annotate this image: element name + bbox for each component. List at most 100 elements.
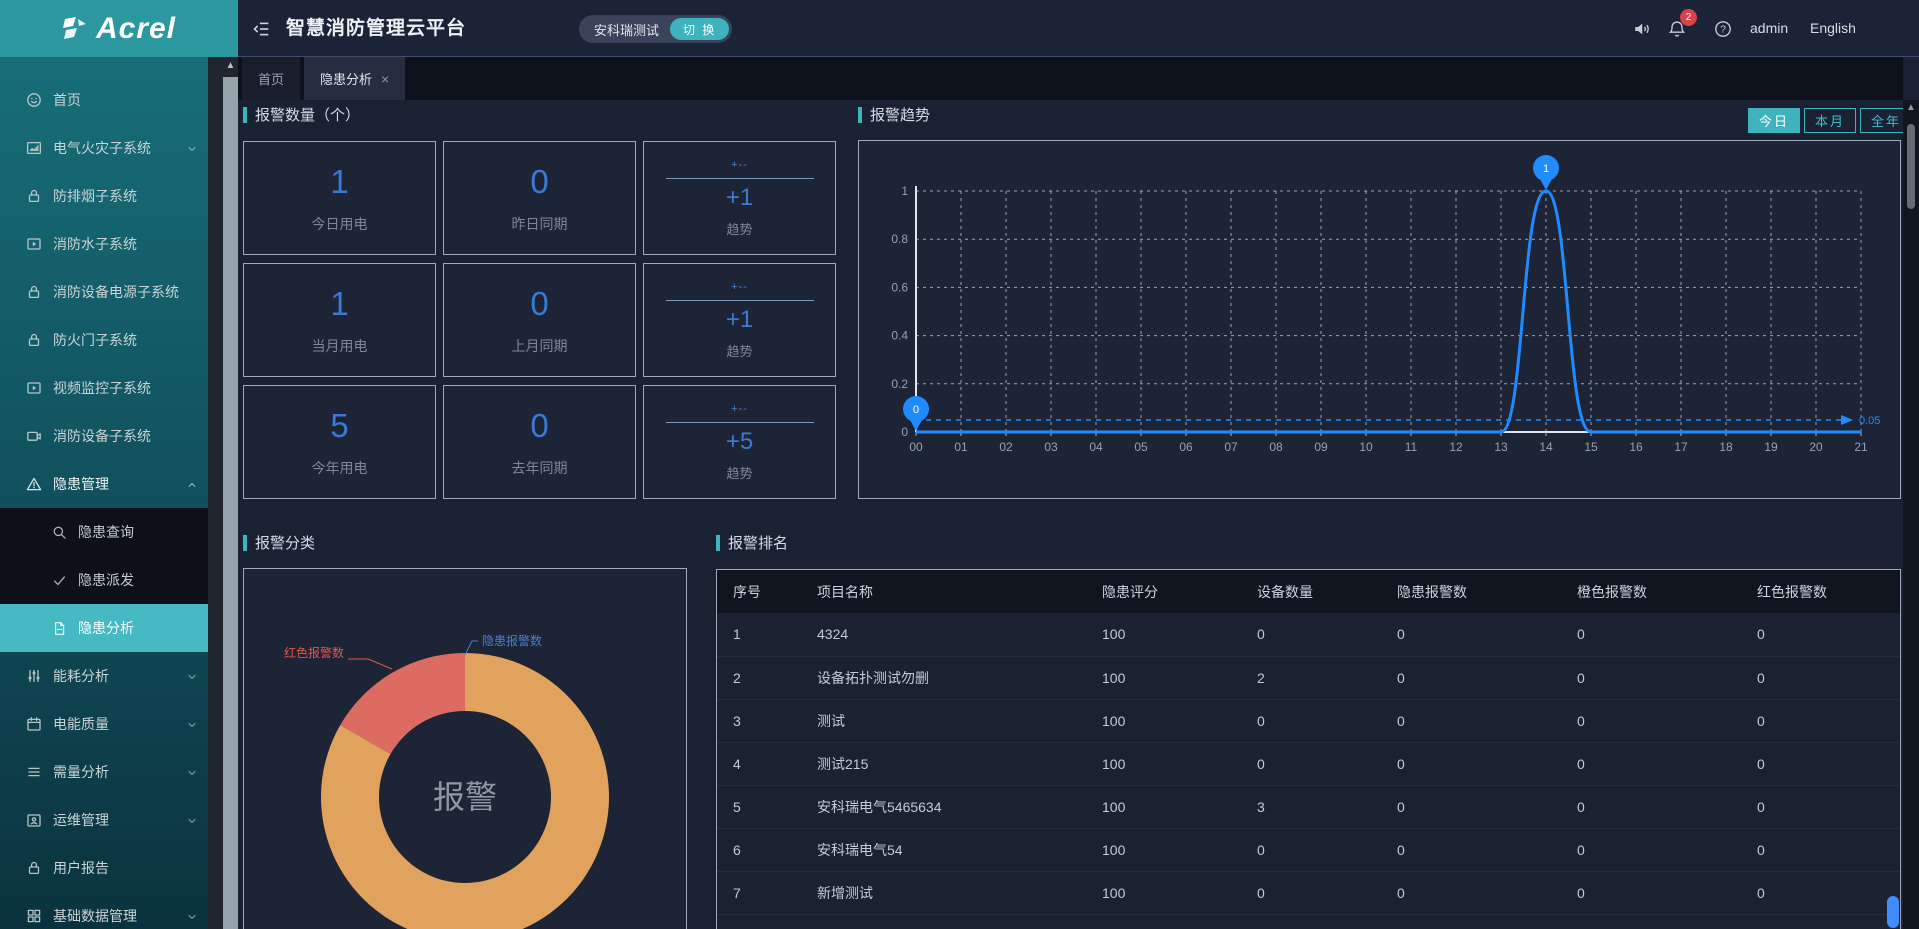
sidebar-scrollbar[interactable]: ▲ <box>208 57 238 929</box>
sidebar-item-5[interactable]: 防火门子系统 <box>0 316 208 364</box>
card-label: 趋势 <box>726 463 752 482</box>
tab-0[interactable]: 首页 <box>242 57 300 100</box>
table-cell: 100 <box>1086 871 1241 914</box>
trend-sub-value: +-- <box>731 281 748 293</box>
sidebar-item-label: 消防设备子系统 <box>53 426 151 446</box>
table-cell: 0 <box>1561 785 1741 828</box>
chevron-down-icon <box>186 670 198 682</box>
table-cell: 0 <box>1241 871 1381 914</box>
area-chart-icon <box>26 140 42 156</box>
range-button-1[interactable]: 本月 <box>1804 108 1856 133</box>
table-row-1[interactable]: 2设备拓扑测试勿删1002000 <box>717 656 1901 699</box>
table-cell: 100 <box>1086 613 1241 656</box>
table-cell: 1 <box>717 613 801 656</box>
language-switch[interactable]: English <box>1810 0 1856 57</box>
sidebar-item-11[interactable]: 需量分析 <box>0 748 208 796</box>
sidebar-item-4[interactable]: 消防设备电源子系统 <box>0 268 208 316</box>
chevron-down-icon <box>186 814 198 826</box>
table-row-3[interactable]: 4测试2151000000 <box>717 742 1901 785</box>
sidebar-item-10[interactable]: 电能质量 <box>0 700 208 748</box>
collapse-menu-icon[interactable] <box>252 20 270 38</box>
sidebar-subitem-2[interactable]: 隐患分析 <box>0 604 208 652</box>
table-cell: 0 <box>1561 656 1741 699</box>
main-scrollbar-thumb[interactable] <box>1907 124 1915 209</box>
user-menu[interactable]: admin <box>1750 0 1788 57</box>
sidebar-item-label: 运维管理 <box>53 810 109 830</box>
chevron-up-icon <box>186 478 198 490</box>
main-scrollbar[interactable]: ▲ <box>1903 100 1919 929</box>
table-row-0[interactable]: 143241000000 <box>717 613 1901 656</box>
scroll-up-icon[interactable]: ▲ <box>223 60 238 71</box>
table-cell: 0 <box>1741 785 1901 828</box>
help-icon[interactable]: ? <box>1714 20 1732 38</box>
table-cell: 0 <box>1241 613 1381 656</box>
sidebar-item-14[interactable]: 基础数据管理 <box>0 892 208 929</box>
table-scrollbar-thumb[interactable] <box>1887 896 1899 928</box>
sidebar-item-1[interactable]: 电气火灾子系统 <box>0 124 208 172</box>
card-value: 1 <box>330 285 348 323</box>
sidebar-item-13[interactable]: 用户报告 <box>0 844 208 892</box>
svg-text:10: 10 <box>1359 440 1373 454</box>
alarm-trend-title: 报警趋势 <box>858 104 930 125</box>
sidebar-item-label: 需量分析 <box>53 762 109 782</box>
tab-label: 首页 <box>258 69 284 88</box>
svg-text:1: 1 <box>1543 163 1549 175</box>
sidebar-item-3[interactable]: 消防水子系统 <box>0 220 208 268</box>
speaker-icon[interactable] <box>1633 20 1651 38</box>
sidebar-item-8[interactable]: 隐患管理 <box>0 460 208 508</box>
alarm-count-card-3: 1当月用电 <box>243 263 436 377</box>
table-header-row: 序号项目名称隐患评分设备数量隐患报警数橙色报警数红色报警数 <box>717 570 1901 613</box>
title-accent-bar <box>858 107 862 123</box>
chevron-down-icon <box>186 718 198 730</box>
sidebar-item-9[interactable]: 能耗分析 <box>0 652 208 700</box>
table-row-2[interactable]: 3测试1000000 <box>717 699 1901 742</box>
doc-icon <box>52 621 67 636</box>
range-button-0[interactable]: 今日 <box>1748 108 1800 133</box>
svg-text:报警: 报警 <box>433 779 497 815</box>
tab-1[interactable]: 隐患分析× <box>304 57 405 100</box>
sidebar-subitem-1[interactable]: 隐患派发 <box>0 556 208 604</box>
sidebar-subitem-0[interactable]: 隐患查询 <box>0 508 208 556</box>
trend-value: +1 <box>726 306 753 334</box>
table-cell: 100 <box>1086 742 1241 785</box>
table-row-5[interactable]: 6安科瑞电气541000000 <box>717 828 1901 871</box>
table-cell: 0 <box>1741 613 1901 656</box>
sidebar-item-12[interactable]: 运维管理 <box>0 796 208 844</box>
table-cell: 设备拓扑测试勿删 <box>801 656 1086 699</box>
table-row-6[interactable]: 7新增测试1000000 <box>717 871 1901 914</box>
grid-icon <box>26 908 42 924</box>
table-cell: 0 <box>1561 699 1741 742</box>
alarm-count-card-1: 0昨日同期 <box>443 141 636 255</box>
svg-text:07: 07 <box>1224 440 1238 454</box>
close-tab-icon[interactable]: × <box>381 71 389 87</box>
chevron-down-icon <box>186 910 198 922</box>
list-icon <box>26 764 42 780</box>
divider <box>666 300 814 301</box>
alarm-count-card-7: 0去年同期 <box>443 385 636 499</box>
table-cell: 0 <box>1381 785 1561 828</box>
lock-icon <box>26 284 42 300</box>
table-row-4[interactable]: 5安科瑞电气54656341003000 <box>717 785 1901 828</box>
table-cell: 6 <box>717 828 801 871</box>
notification-count-badge: 2 <box>1680 9 1697 26</box>
svg-text:隐患报警数: 隐患报警数 <box>482 633 542 648</box>
scroll-up-icon[interactable]: ▲ <box>1903 102 1919 113</box>
divider <box>666 178 814 179</box>
project-selector[interactable]: 安科瑞测试 切 换 <box>579 15 732 43</box>
table-cell: 测试 <box>801 699 1086 742</box>
alarm-count-card-4: 0上月同期 <box>443 263 636 377</box>
sidebar-item-6[interactable]: 视频监控子系统 <box>0 364 208 412</box>
sidebar-scrollbar-thumb[interactable] <box>223 77 238 929</box>
table-cell: 100 <box>1086 785 1241 828</box>
card-value: 1 <box>330 163 348 201</box>
table-cell: 2 <box>1241 656 1381 699</box>
sidebar-item-0[interactable]: 首页 <box>0 76 208 124</box>
sidebar-item-7[interactable]: 消防设备子系统 <box>0 412 208 460</box>
divider <box>666 422 814 423</box>
svg-text:14: 14 <box>1539 440 1553 454</box>
switch-project-button[interactable]: 切 换 <box>670 18 729 40</box>
alarm-count-card-6: 5今年用电 <box>243 385 436 499</box>
title-accent-bar <box>243 107 247 123</box>
app-root: 首页电气火灾子系统防排烟子系统消防水子系统消防设备电源子系统防火门子系统视频监控… <box>0 0 1919 929</box>
sidebar-item-2[interactable]: 防排烟子系统 <box>0 172 208 220</box>
